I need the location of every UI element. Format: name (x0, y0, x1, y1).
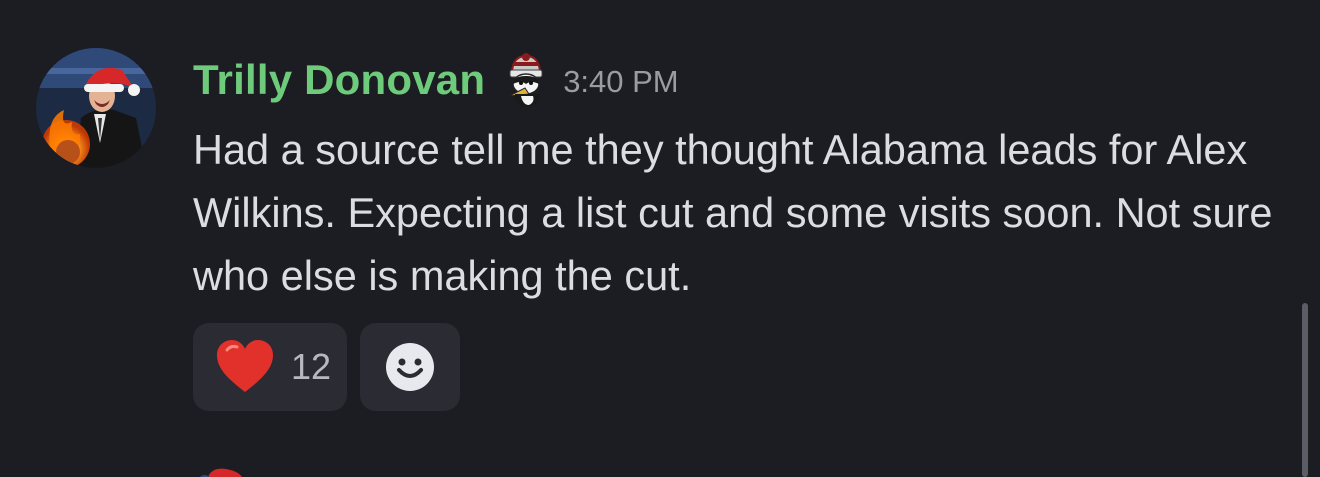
heart-icon (217, 340, 273, 392)
add-reaction-icon (386, 343, 434, 391)
message-timestamp: 3:40 PM (563, 64, 679, 99)
chat-view: Trilly Donovan 3:40 PM Had a source tell… (0, 0, 1320, 477)
author-name[interactable]: Trilly Donovan (193, 56, 485, 104)
user-avatar[interactable] (36, 48, 156, 168)
heart-reaction-button[interactable]: 12 (193, 323, 347, 411)
reactions-bar: 12 (193, 323, 460, 411)
add-reaction-button[interactable] (360, 323, 460, 411)
scrollbar[interactable] (1302, 303, 1308, 477)
message-header: Trilly Donovan 3:40 PM (193, 52, 679, 108)
penguin-badge-icon (508, 53, 543, 107)
next-message-avatar[interactable] (190, 465, 260, 477)
message-content: Had a source tell me they thought Alabam… (193, 126, 1273, 299)
reaction-count: 12 (291, 346, 332, 387)
